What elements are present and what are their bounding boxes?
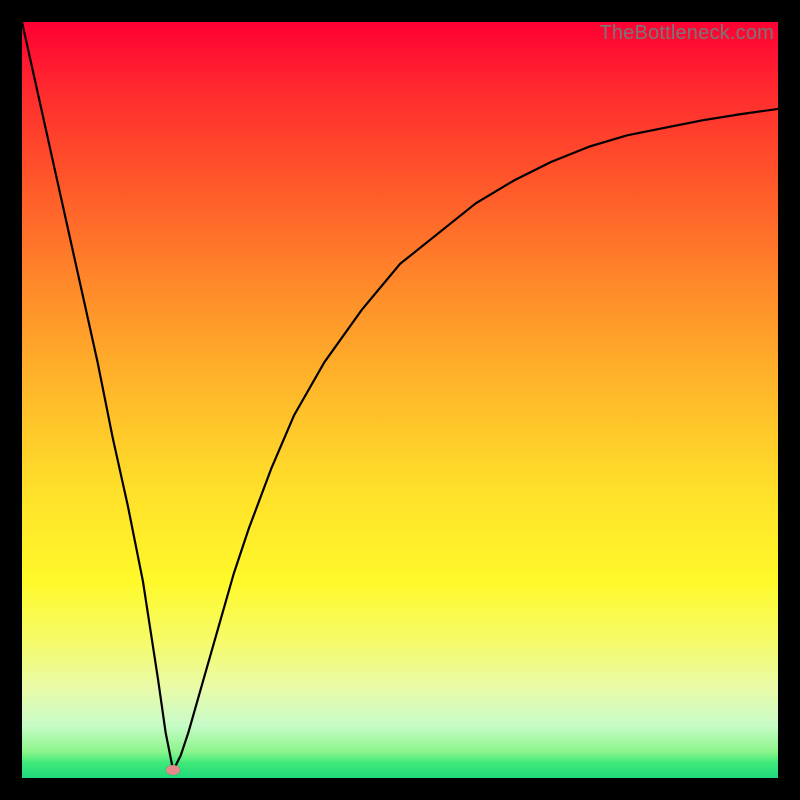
bottleneck-curve [22,22,778,778]
chart-frame: TheBottleneck.com [0,0,800,800]
curve-path [22,22,778,770]
plot-area: TheBottleneck.com [22,22,778,778]
optimal-marker [166,765,180,775]
